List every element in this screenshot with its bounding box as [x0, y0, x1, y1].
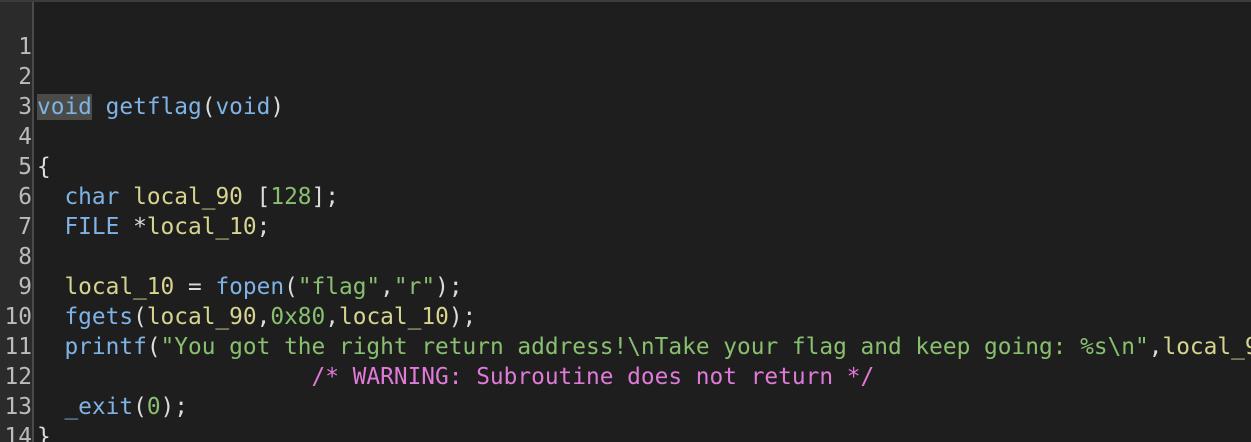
- code-line[interactable]: 13 }: [0, 362, 1251, 442]
- code-line[interactable]: 8 local_10 = fopen("flag","r");: [0, 212, 1251, 300]
- line-number: 14: [4, 424, 32, 442]
- code-line[interactable]: 3: [0, 62, 1251, 120]
- code-line[interactable]: 11 /* WARNING: Subroutine does not retur…: [0, 302, 1251, 390]
- code-line[interactable]: 5 char local_90 [128];: [0, 122, 1251, 210]
- code-line[interactable]: 10 printf("You got the right return addr…: [0, 272, 1251, 360]
- code-line[interactable]: 7: [0, 182, 1251, 240]
- code-line[interactable]: 12 _exit(0);: [0, 332, 1251, 420]
- decompiler-code-view[interactable]: 1 2 void getflag(void) 3 4 { 5 char loca…: [0, 0, 1251, 442]
- code-line[interactable]: 14: [0, 392, 1251, 442]
- code-line[interactable]: 2 void getflag(void): [0, 32, 1251, 120]
- code-line[interactable]: 9 fgets(local_90,0x80,local_10);: [0, 242, 1251, 330]
- code-line[interactable]: 1: [0, 2, 1251, 60]
- code-line[interactable]: 6 FILE *local_10;: [0, 152, 1251, 240]
- code-line[interactable]: 4 {: [0, 92, 1251, 180]
